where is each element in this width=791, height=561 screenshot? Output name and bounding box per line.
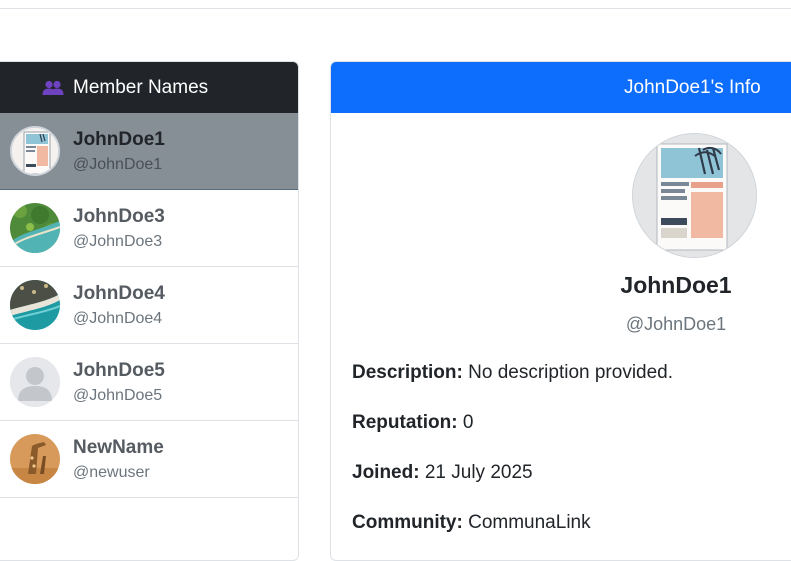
reputation-label: Reputation: bbox=[352, 412, 458, 433]
member-item-newname[interactable]: NewName @newuser bbox=[0, 421, 298, 498]
members-header: Member Names bbox=[0, 62, 298, 113]
people-icon bbox=[42, 80, 64, 96]
info-header-title: JohnDoe1's Info bbox=[624, 76, 761, 98]
profile-display-name: JohnDoe1 bbox=[620, 272, 732, 298]
member-item-johndoe3[interactable]: JohnDoe3 @JohnDoe3 bbox=[0, 190, 298, 267]
joined-value: 21 July 2025 bbox=[424, 462, 533, 483]
community-value: CommunaLink bbox=[468, 512, 591, 533]
member-handle: @JohnDoe3 bbox=[73, 232, 163, 250]
profile-poster-avatar bbox=[632, 133, 757, 258]
joined-label: Joined: bbox=[352, 462, 420, 483]
community-label: Community: bbox=[352, 512, 463, 533]
member-display-name: JohnDoe3 bbox=[73, 205, 165, 227]
aerial-coast-avatar bbox=[10, 203, 60, 253]
members-list-card: Member Names JohnDoe1 @JohnDoe1 JohnDoe3… bbox=[0, 61, 299, 561]
poster-avatar bbox=[10, 126, 60, 176]
member-handle: @JohnDoe1 bbox=[73, 155, 163, 173]
reputation-value: 0 bbox=[462, 412, 474, 433]
member-handle: @JohnDoe4 bbox=[73, 309, 163, 327]
top-navbar-border bbox=[0, 0, 791, 9]
member-display-name: NewName bbox=[73, 436, 164, 458]
description-value: No description provided. bbox=[468, 362, 674, 383]
member-item-johndoe5[interactable]: JohnDoe5 @JohnDoe5 bbox=[0, 344, 298, 421]
profile-handle: @JohnDoe1 bbox=[625, 314, 727, 334]
description-field: Description: No description provided. bbox=[352, 362, 673, 384]
member-handle: @JohnDoe5 bbox=[73, 386, 163, 404]
aerial-beach-avatar bbox=[10, 280, 60, 330]
member-display-name: JohnDoe1 bbox=[73, 128, 165, 150]
description-label: Description: bbox=[352, 362, 463, 383]
giraffe-avatar bbox=[10, 434, 60, 484]
info-header: JohnDoe1's Info bbox=[331, 62, 791, 113]
member-item-johndoe4[interactable]: JohnDoe4 @JohnDoe4 bbox=[0, 267, 298, 344]
member-handle: @newuser bbox=[73, 463, 150, 481]
members-header-label: Member Names bbox=[73, 76, 209, 98]
community-field: Community: CommunaLink bbox=[352, 512, 591, 534]
reputation-field: Reputation: 0 bbox=[352, 412, 473, 434]
default-user-avatar bbox=[10, 357, 60, 407]
member-display-name: JohnDoe5 bbox=[73, 359, 165, 381]
member-display-name: JohnDoe4 bbox=[73, 282, 165, 304]
member-item-johndoe1[interactable]: JohnDoe1 @JohnDoe1 bbox=[0, 113, 298, 190]
joined-field: Joined: 21 July 2025 bbox=[352, 462, 533, 484]
member-info-card: JohnDoe1's Info JohnDoe1 @JohnDoe1 Descr… bbox=[330, 61, 791, 561]
